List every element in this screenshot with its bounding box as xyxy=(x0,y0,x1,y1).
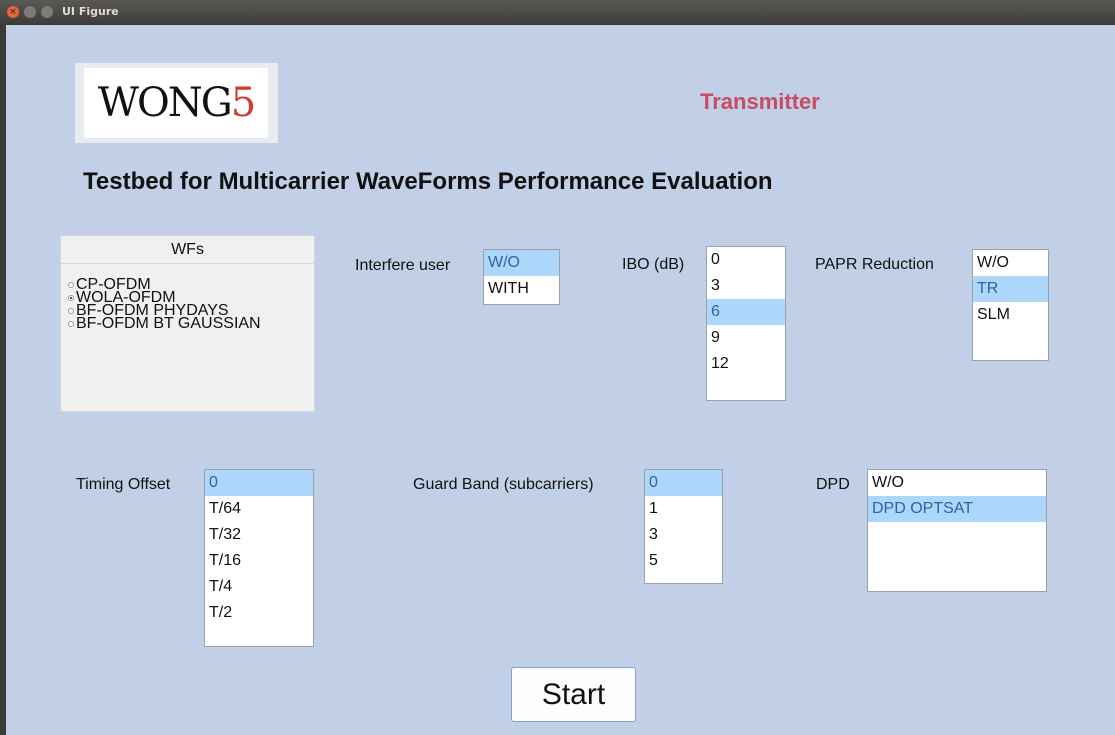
window-title: UI Figure xyxy=(62,5,119,18)
logo-text: WONG xyxy=(97,80,233,126)
list-item[interactable]: 0 xyxy=(205,470,313,496)
list-item[interactable]: W/O xyxy=(868,470,1046,496)
window-titlebar: × UI Figure xyxy=(0,0,1115,25)
radio-option[interactable]: BF-OFDM BT GAUSSIAN xyxy=(68,315,261,332)
start-button[interactable]: Start xyxy=(511,667,636,722)
list-item[interactable]: 0 xyxy=(645,470,722,496)
guard-band-listbox[interactable]: 0135 xyxy=(644,469,723,584)
maximize-icon[interactable] xyxy=(41,6,53,18)
interfere-user-listbox[interactable]: W/O WITH xyxy=(483,249,560,305)
timing-offset-listbox[interactable]: 0 T/64 T/32 T/16 T/4 T/2 xyxy=(204,469,314,647)
list-item[interactable]: SLM xyxy=(973,302,1048,328)
list-item[interactable]: T/64 xyxy=(205,496,313,522)
dpd-listbox[interactable]: W/O DPD OPTSAT xyxy=(867,469,1047,592)
list-item[interactable]: 1 xyxy=(645,496,722,522)
guard-band-label: Guard Band (subcarriers) xyxy=(413,476,594,493)
list-item[interactable]: T/2 xyxy=(205,600,313,626)
wfs-panel-title: WFs xyxy=(61,236,314,264)
list-item[interactable]: W/O xyxy=(973,250,1048,276)
radio-icon[interactable] xyxy=(68,321,74,327)
radio-icon[interactable] xyxy=(68,295,74,301)
list-item[interactable]: 0 xyxy=(707,247,785,273)
transmitter-heading: Transmitter xyxy=(700,89,820,114)
ibo-label: IBO (dB) xyxy=(622,256,685,273)
page-title: Testbed for Multicarrier WaveForms Perfo… xyxy=(83,168,773,195)
radio-icon[interactable] xyxy=(68,308,74,314)
timing-offset-label: Timing Offset xyxy=(76,476,171,493)
logo-text-accent: 5 xyxy=(230,80,256,126)
list-item[interactable]: 5 xyxy=(645,548,722,574)
list-item[interactable]: 3 xyxy=(645,522,722,548)
wfs-radio-group: CP-OFDM WOLA-OFDM BF-OFDM PHYDAYS BF-OFDM B… xyxy=(68,277,261,332)
list-item[interactable]: W/O xyxy=(484,250,559,276)
list-item[interactable]: DPD OPTSAT xyxy=(868,496,1046,522)
logo-image: WONG5 xyxy=(84,68,268,138)
papr-reduction-label: PAPR Reduction xyxy=(815,256,934,273)
interfere-user-label: Interfere user xyxy=(355,257,451,274)
list-item[interactable]: T/16 xyxy=(205,548,313,574)
list-item[interactable]: 12 xyxy=(707,351,785,377)
list-item[interactable]: 3 xyxy=(707,273,785,299)
minimize-icon[interactable] xyxy=(24,6,36,18)
wfs-panel: WFs CP-OFDM WOLA-OFDM BF-OFDM PHYDAYS BF-OF… xyxy=(60,235,315,412)
list-item[interactable]: 9 xyxy=(707,325,785,351)
list-item[interactable]: WITH xyxy=(484,276,559,302)
dpd-label: DPD xyxy=(816,476,850,493)
papr-reduction-listbox[interactable]: W/O TR SLM xyxy=(972,249,1049,361)
list-item[interactable]: T/32 xyxy=(205,522,313,548)
radio-label: BF-OFDM BT GAUSSIAN xyxy=(76,315,261,332)
logo: WONG5 xyxy=(75,63,278,143)
list-item[interactable]: TR xyxy=(973,276,1048,302)
list-item[interactable]: T/4 xyxy=(205,574,313,600)
ibo-listbox[interactable]: 0 3 6 9 12 xyxy=(706,246,786,401)
list-item[interactable]: 6 xyxy=(707,299,785,325)
radio-icon[interactable] xyxy=(68,282,74,288)
close-icon[interactable]: × xyxy=(7,6,19,18)
